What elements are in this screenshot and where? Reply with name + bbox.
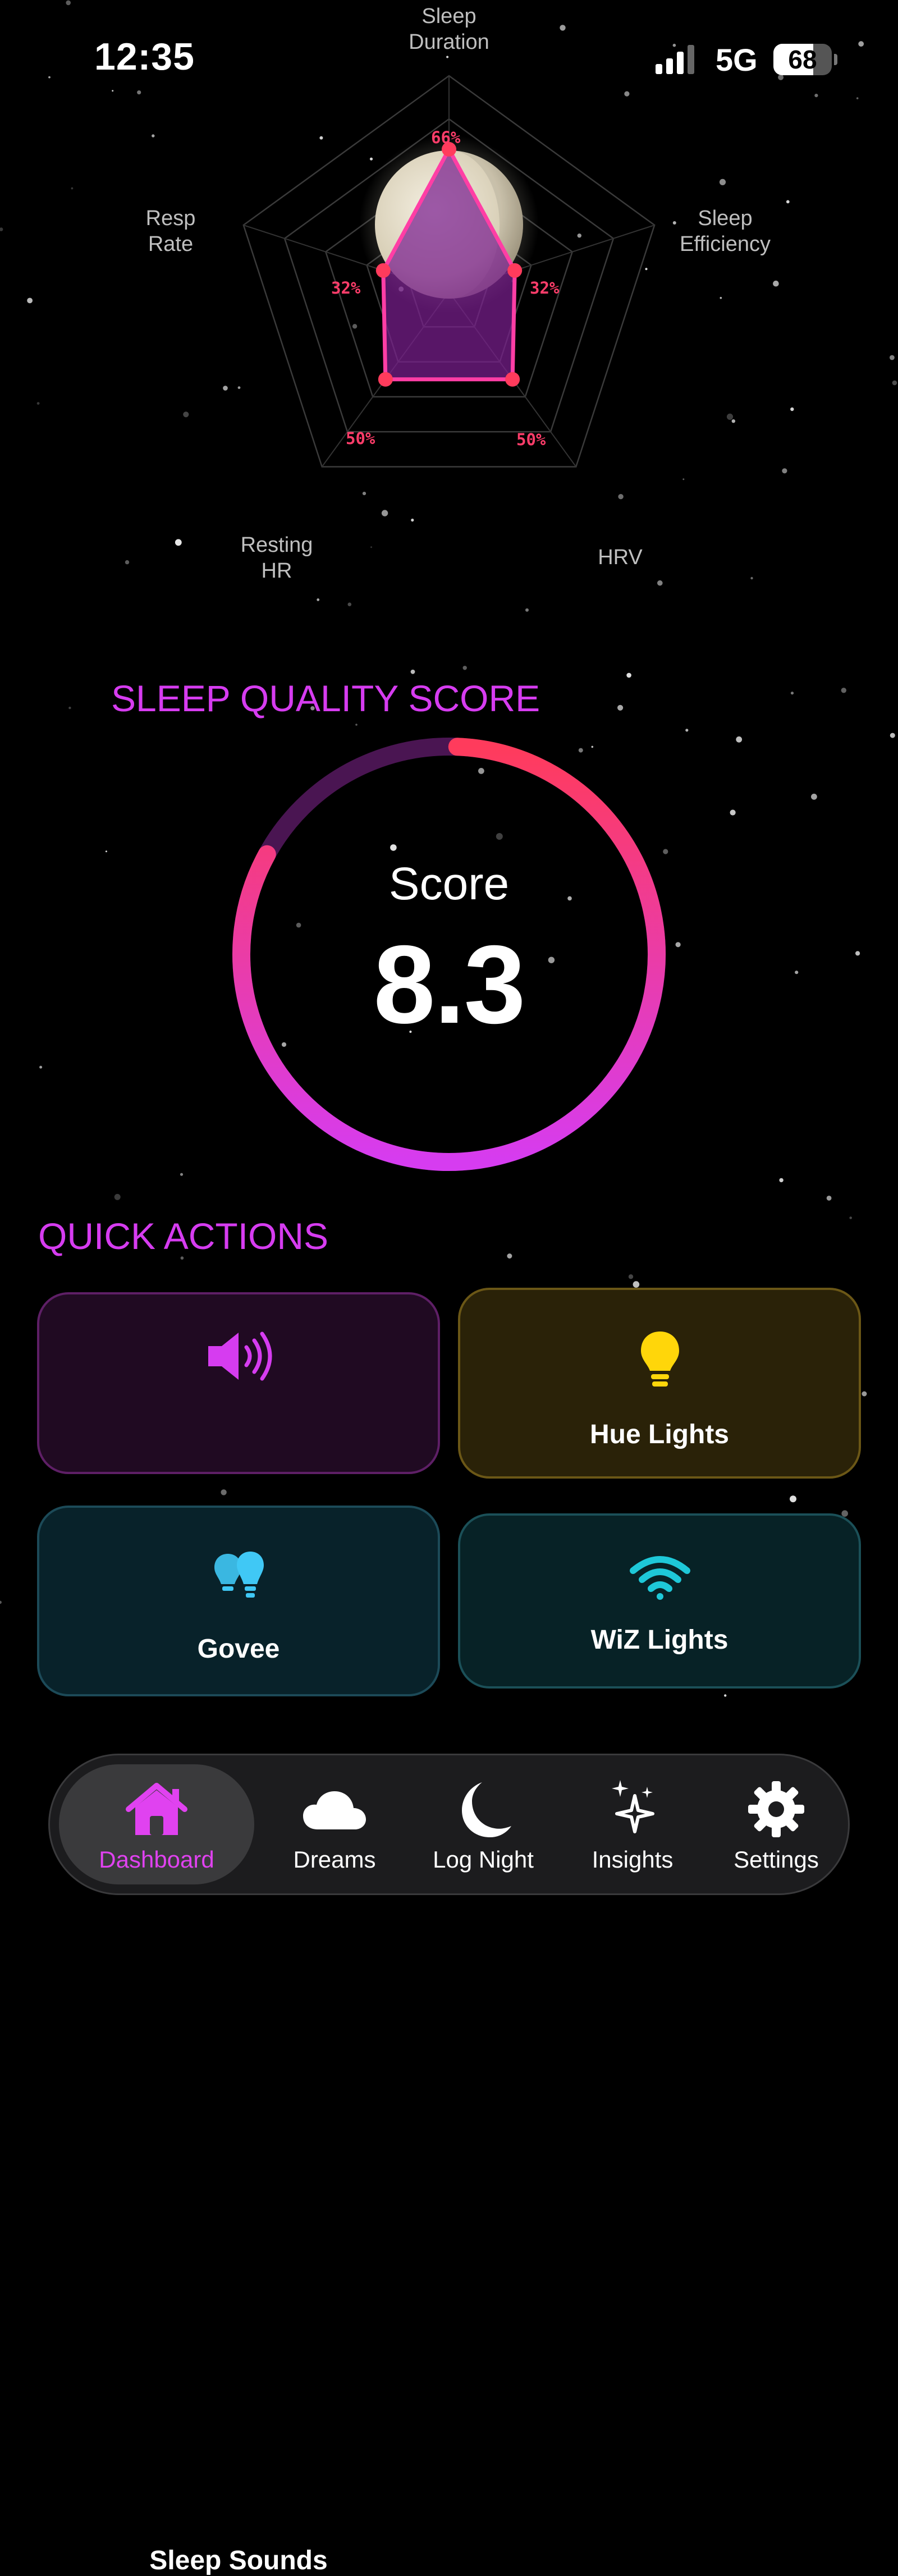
tab-label-insights: Insights — [592, 1846, 674, 1873]
star — [826, 1196, 832, 1201]
sleep-sounds-button[interactable]: Sleep Sounds — [37, 1292, 440, 2575]
radar-axis-label-resting-hr: Resting HR — [240, 533, 313, 583]
star — [736, 736, 743, 743]
radar-value-sleep-duration: 66% — [431, 128, 461, 147]
star — [841, 688, 847, 693]
star — [180, 1173, 184, 1176]
star — [779, 1178, 784, 1183]
radar-axis-label-resp-rate: Resp Rate — [145, 207, 196, 256]
star — [795, 971, 799, 974]
star — [811, 793, 817, 800]
score-label: Score — [388, 858, 510, 909]
tab-bar: Dashboard Dreams Log Night Insights Sett… — [48, 1754, 850, 1895]
tab-label-dreams: Dreams — [293, 1846, 376, 1873]
quick-actions-title: QUICK ACTIONS — [38, 1215, 329, 1257]
star — [617, 704, 624, 711]
house-icon — [126, 1783, 187, 1835]
sleep-sounds-label: Sleep Sounds — [149, 2546, 328, 2575]
star — [105, 850, 107, 853]
tab-dreams[interactable]: Dreams — [263, 1755, 406, 1897]
tab-label-settings: Settings — [734, 1846, 819, 1873]
star — [790, 1495, 796, 1503]
radar-axis-label-hrv: HRV — [598, 546, 643, 569]
radar-value-resting-hr: 50% — [346, 429, 375, 448]
wifi-icon — [630, 1556, 690, 1600]
hue-lights-label: Hue Lights — [590, 1420, 729, 1449]
cloud-icon — [303, 1791, 366, 1829]
radar-point — [378, 372, 393, 387]
star — [730, 809, 736, 816]
star — [724, 1694, 727, 1697]
star — [0, 1600, 2, 1604]
radar-value-resp-rate: 32% — [331, 278, 361, 298]
radar-point — [507, 263, 523, 278]
moon-icon — [462, 1782, 511, 1837]
radar-value-hrv: 50% — [516, 430, 546, 449]
tab-log-night[interactable]: Log Night — [406, 1755, 561, 1897]
star — [114, 1193, 121, 1200]
star — [855, 951, 860, 956]
sleep-quality-score-title: SLEEP QUALITY SCORE — [111, 678, 540, 719]
tab-settings[interactable]: Settings — [704, 1755, 848, 1897]
govee-label: Govee — [197, 1634, 280, 1664]
sleep-metrics-radar-chart — [242, 75, 656, 468]
star — [221, 1489, 227, 1495]
tab-label-log-night: Log Night — [433, 1846, 534, 1873]
gear-icon — [748, 1781, 804, 1837]
score-value: 8.3 — [373, 922, 525, 1046]
star — [355, 724, 358, 726]
radar-axis-label-sleep-efficiency: Sleep Efficiency — [680, 207, 771, 256]
star — [507, 1253, 512, 1259]
star — [626, 672, 631, 678]
star — [862, 1391, 867, 1397]
sparkles-icon — [612, 1780, 654, 1833]
bulbs-icon — [214, 1552, 264, 1598]
hue-lights-button[interactable]: Hue Lights — [458, 1288, 861, 1479]
radar-axis-label-sleep-duration: Sleep Duration — [409, 4, 489, 54]
star — [39, 1065, 43, 1069]
star — [849, 1216, 852, 1219]
star — [410, 669, 415, 674]
speaker-wave-icon — [208, 1332, 272, 1381]
radar-value-sleep-efficiency: 32% — [530, 278, 560, 298]
star — [628, 1274, 634, 1279]
radar-point — [375, 263, 391, 278]
star — [685, 729, 689, 732]
wiz-lights-button[interactable]: WiZ Lights — [458, 1513, 861, 1689]
star — [890, 733, 895, 738]
tab-dashboard[interactable]: Dashboard — [50, 1755, 263, 1897]
tab-label-dashboard: Dashboard — [99, 1846, 214, 1873]
star — [462, 666, 467, 670]
star — [790, 692, 794, 695]
tab-insights[interactable]: Insights — [561, 1755, 704, 1897]
star — [675, 942, 681, 948]
radar-point — [505, 372, 520, 387]
lightbulb-icon — [641, 1332, 679, 1387]
wiz-lights-label: WiZ Lights — [590, 1625, 729, 1655]
govee-button[interactable]: Govee — [37, 1506, 440, 1696]
star — [633, 1281, 640, 1288]
star — [68, 706, 71, 710]
